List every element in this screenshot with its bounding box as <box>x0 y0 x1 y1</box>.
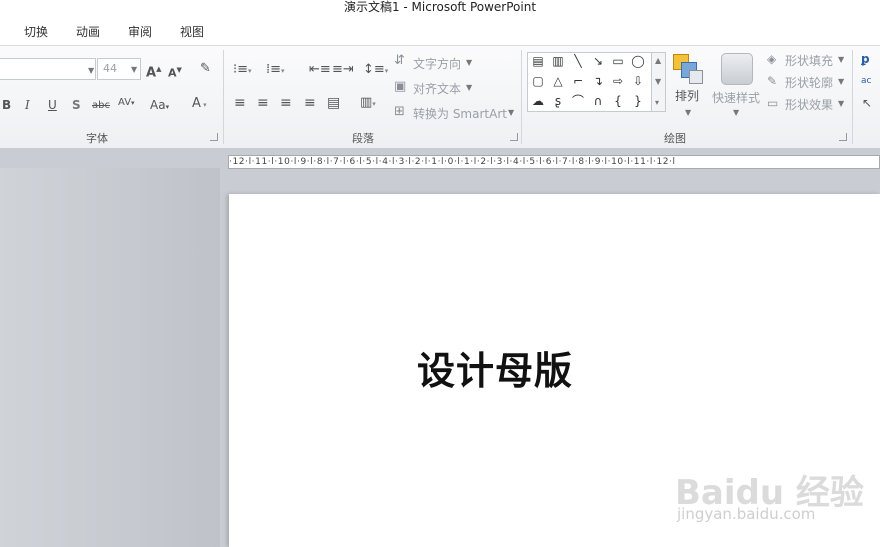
arrange-button[interactable]: 排列 <box>675 89 699 103</box>
chevron-down-icon: ▼ <box>466 83 473 92</box>
font-name-combo[interactable] <box>0 58 96 80</box>
slide-title-text[interactable]: 设计母版 <box>417 340 573 395</box>
title-bar: 演示文稿1 - Microsoft PowerPoint <box>0 0 880 18</box>
shape-fill-button[interactable]: 形状填充 <box>785 52 833 69</box>
chevron-down-icon: ▼ <box>131 65 138 74</box>
chevron-down-icon[interactable]: ▼ <box>88 66 94 75</box>
char-spacing-icon[interactable]: AV▾ <box>118 96 135 110</box>
find-icon[interactable]: ꝑ <box>861 52 870 66</box>
paragraph-dialog-launcher-icon[interactable] <box>510 133 518 141</box>
elbow-arrow-shape-icon[interactable]: ↴ <box>590 74 606 88</box>
replace-icon[interactable]: ac <box>861 74 871 88</box>
clear-format-icon[interactable]: ✎ <box>200 62 211 76</box>
grow-font-icon[interactable]: A▲ <box>146 62 161 80</box>
font-dialog-launcher-icon[interactable] <box>210 133 218 141</box>
arc-shape-icon[interactable]: ⌒ <box>570 94 586 108</box>
scribble-shape-icon[interactable]: ʂ <box>550 94 566 108</box>
arrow-line-shape-icon[interactable]: ↘ <box>590 54 606 68</box>
quick-styles-button[interactable]: 快速样式 <box>712 89 760 106</box>
columns-icon[interactable]: ▥▾ <box>360 96 376 111</box>
effects-icon: ▭ <box>767 96 779 110</box>
elbow-connector-shape-icon[interactable]: ⌐ <box>570 74 586 88</box>
chevron-down-icon: ▼ <box>685 108 692 117</box>
left-brace-shape-icon[interactable]: { <box>610 94 626 108</box>
scroll-up-icon[interactable]: ▲ <box>655 56 661 65</box>
gallery-more-icon[interactable]: ▾ <box>655 98 659 107</box>
arrange-icon[interactable] <box>671 52 705 86</box>
text-box-shape-icon[interactable]: ▤ <box>530 54 546 68</box>
tab-transitions[interactable]: 切换 <box>24 23 48 40</box>
rounded-rectangle-shape-icon[interactable]: ▢ <box>530 74 546 88</box>
italic-icon[interactable]: I <box>25 98 30 112</box>
tab-animations[interactable]: 动画 <box>76 23 100 40</box>
paint-bucket-icon: ◈ <box>767 52 777 66</box>
shape-effects-button[interactable]: 形状效果 <box>785 96 833 113</box>
font-size-combo[interactable]: 44 ▼ <box>97 58 141 80</box>
align-left-icon[interactable]: ≡ <box>234 96 246 110</box>
shapes-gallery[interactable]: ▤ ▥ ╲ ↘ ▭ ◯ ▢ △ ⌐ ↴ ⇨ ⇩ ☁ ʂ ⌒ ∩ { } <box>527 52 653 112</box>
bold-icon[interactable]: B <box>2 98 11 112</box>
align-text-button[interactable]: 对齐文本 <box>413 80 461 97</box>
convert-smartart-button[interactable]: 转换为 SmartArt <box>413 105 507 122</box>
horizontal-ruler[interactable]: ·12·l·11·l·10·l·9·l·8·l·7·l·6·l·5·l·4·l·… <box>228 155 880 169</box>
ribbon-tabs: 切换 动画 审阅 视图 <box>0 18 880 45</box>
shrink-font-icon[interactable]: A▼ <box>168 63 182 81</box>
chevron-down-icon: ▼ <box>466 58 473 67</box>
group-divider <box>852 50 853 144</box>
down-arrow-shape-icon[interactable]: ⇩ <box>630 74 646 88</box>
shadow-icon[interactable]: S <box>72 98 81 112</box>
align-right-icon[interactable]: ≡ <box>280 96 292 110</box>
select-cursor-icon[interactable]: ↖ <box>862 96 872 110</box>
tab-view[interactable]: 视图 <box>180 23 204 40</box>
smartart-icon: ⊞ <box>394 104 405 119</box>
justify-icon[interactable]: ≡ <box>304 96 316 110</box>
pencil-icon: ✎ <box>767 74 778 88</box>
font-group-label: 字体 <box>86 132 108 145</box>
drawing-dialog-launcher-icon[interactable] <box>839 133 847 141</box>
tab-review[interactable]: 审阅 <box>128 23 152 40</box>
change-case-icon[interactable]: Aa▾ <box>150 98 169 114</box>
bullets-icon[interactable]: ⁝≡▾ <box>233 63 252 78</box>
paragraph-group-label: 段落 <box>352 132 374 145</box>
chevron-down-icon: ▼ <box>838 77 845 86</box>
text-direction-icon: ⇵ <box>394 53 405 68</box>
chevron-down-icon: ▼ <box>508 108 515 117</box>
curve-shape-icon[interactable]: ∩ <box>590 94 606 108</box>
gallery-scroll[interactable]: ▲ ▼ ▾ <box>651 52 666 112</box>
right-brace-shape-icon[interactable]: } <box>630 94 646 108</box>
font-size-value: 44 <box>103 62 117 75</box>
align-center-icon[interactable]: ≡ <box>257 96 269 110</box>
group-divider <box>223 50 224 144</box>
distributed-icon[interactable]: ▤ <box>327 96 340 110</box>
decrease-indent-icon[interactable]: ⇤≡ <box>309 63 331 77</box>
watermark-url: jingyan.baidu.com <box>677 505 816 523</box>
line-spacing-icon[interactable]: ↕≡▾ <box>363 63 388 78</box>
increase-indent-icon[interactable]: ≡⇥ <box>332 63 354 77</box>
left-pane <box>0 168 220 547</box>
align-text-icon: ▣ <box>394 79 407 94</box>
rectangle-shape-icon[interactable]: ▭ <box>610 54 626 68</box>
text-direction-button[interactable]: 文字方向 <box>413 55 461 72</box>
ribbon: ▼ 44 ▼ A▲ A▼ ✎ B I U S abc AV▾ Aa▾ A ▾ 字… <box>0 45 880 149</box>
font-color-icon[interactable]: A ▾ <box>192 97 207 112</box>
freeform-shape-icon[interactable]: ☁ <box>530 94 546 108</box>
shape-outline-button[interactable]: 形状轮廓 <box>785 74 833 91</box>
window-title: 演示文稿1 - Microsoft PowerPoint <box>343 0 537 14</box>
strikethrough-icon[interactable]: abc <box>92 99 110 113</box>
oval-shape-icon[interactable]: ◯ <box>630 54 646 68</box>
triangle-shape-icon[interactable]: △ <box>550 74 566 88</box>
drawing-group-label: 绘图 <box>664 132 686 145</box>
group-divider <box>521 50 522 144</box>
underline-icon[interactable]: U <box>48 98 57 112</box>
chevron-down-icon: ▼ <box>733 108 740 117</box>
scroll-down-icon[interactable]: ▼ <box>655 77 661 86</box>
vertical-text-box-shape-icon[interactable]: ▥ <box>550 54 566 68</box>
ruler-scale: ·12·l·11·l·10·l·9·l·8·l·7·l·6·l·5·l·4·l·… <box>229 157 676 167</box>
quick-styles-icon[interactable] <box>721 53 753 85</box>
line-shape-icon[interactable]: ╲ <box>570 54 586 68</box>
chevron-down-icon: ▼ <box>838 55 845 64</box>
chevron-down-icon: ▼ <box>838 99 845 108</box>
numbering-icon[interactable]: ⁞≡▾ <box>266 63 285 78</box>
right-arrow-shape-icon[interactable]: ⇨ <box>610 74 626 88</box>
